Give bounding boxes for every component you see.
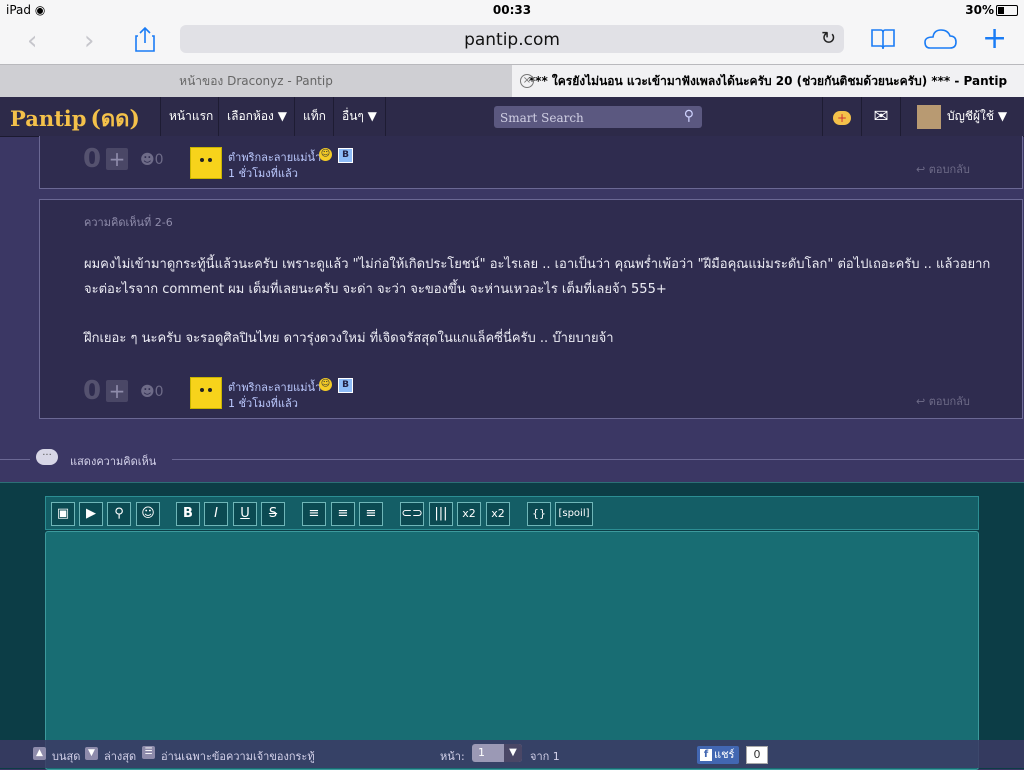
url-text: pantip.com <box>464 30 560 50</box>
scroll-top-icon[interactable]: ▲ <box>33 747 46 760</box>
bold-button[interactable]: B <box>176 502 200 526</box>
link-icon[interactable]: ⊂⊃ <box>400 502 424 526</box>
comment-textarea[interactable] <box>45 531 979 770</box>
avatar[interactable] <box>190 147 222 179</box>
emoji-icon[interactable]: ☺ <box>136 502 160 526</box>
tab-bar: หน้าของ Draconyz - Pantip × *** ใครยังไม… <box>0 64 1024 98</box>
subscript-button[interactable]: x2 <box>486 502 510 526</box>
nav-select-room[interactable]: เลือกห้อง ▼ <box>218 97 295 136</box>
icloud-tabs-icon[interactable] <box>922 28 958 54</box>
divider <box>172 459 1024 460</box>
nav-home[interactable]: หน้าแรก <box>160 97 221 136</box>
divider <box>0 459 30 460</box>
forward-icon[interactable]: › <box>84 28 94 54</box>
blog-badge-icon: B <box>338 148 353 163</box>
comment-line: ผมคงไม่เข้ามาดูกระทู้นี้แล้วนะครับ เพราะ… <box>84 257 991 272</box>
account-label: บัญชีผู้ใช้ ▼ <box>947 109 1008 123</box>
avatar[interactable] <box>190 377 222 409</box>
smart-search: ⚲ <box>494 106 702 128</box>
underline-button[interactable]: U <box>233 502 257 526</box>
scroll-bottom-link[interactable]: ล่างสุด <box>104 747 136 765</box>
emotion-count[interactable]: ☻0 <box>140 384 164 400</box>
comment-score: 0 <box>83 376 102 406</box>
superscript-button[interactable]: x2 <box>457 502 481 526</box>
clock: 00:33 <box>492 3 532 17</box>
camera-icon[interactable]: ▣ <box>51 502 75 526</box>
italic-button[interactable]: I <box>204 502 228 526</box>
site-header: Pantip (ดด) หน้าแรก เลือกห้อง ▼ แท็ก อื่น… <box>0 97 1024 137</box>
facebook-icon: f <box>700 749 712 761</box>
browser-toolbar: ‹ › pantip.com ↻ + <box>0 20 1024 64</box>
chevron-down-icon: ▼ <box>504 744 522 762</box>
battery-icon <box>996 5 1018 16</box>
page-value: 1 <box>478 746 485 759</box>
blog-badge-icon: B <box>338 378 353 393</box>
reply-button[interactable]: ↩ ตอบกลับ <box>916 392 970 410</box>
code-button[interactable]: {} <box>527 502 551 526</box>
map-pin-icon[interactable]: ⚲ <box>107 502 131 526</box>
bookmarks-icon[interactable] <box>870 28 896 54</box>
tab-title: หน้าของ Draconyz - Pantip <box>179 74 333 88</box>
search-icon[interactable]: ⚲ <box>684 108 694 124</box>
reply-button[interactable]: ↩ ตอบกลับ <box>916 160 970 178</box>
facebook-share-button[interactable]: f แชร์ <box>697 746 739 764</box>
page-select[interactable]: 1 ▼ <box>472 744 522 762</box>
hr-icon[interactable]: ||| <box>429 502 453 526</box>
owner-filter-icon[interactable]: ☰ <box>142 746 155 759</box>
scroll-bottom-icon[interactable]: ▼ <box>85 747 98 760</box>
comment-score: 0 <box>83 144 102 174</box>
section-title: แสดงความคิดเห็น <box>70 455 157 468</box>
comment-time: 1 ชั่วโมงที่แล้ว <box>228 167 298 180</box>
tab-draconyz[interactable]: หน้าของ Draconyz - Pantip <box>0 65 513 97</box>
nav-more[interactable]: อื่นๆ ▼ <box>333 97 386 136</box>
search-input[interactable] <box>498 108 677 128</box>
nav-tags[interactable]: แท็ก <box>294 97 334 136</box>
comment-body: ผมคงไม่เข้ามาดูกระทู้นี้แล้วนะครับ เพราะ… <box>84 252 1004 351</box>
align-center-icon[interactable]: ≡ <box>331 502 355 526</box>
status-bar: iPad ◉ 00:33 30% <box>0 0 1024 20</box>
back-icon[interactable]: ‹ <box>27 28 37 54</box>
comment-card: ความคิดเห็นที่ 2-6 ผมคงไม่เข้ามาดูกระทู้… <box>39 199 1023 419</box>
account-menu[interactable]: บัญชีผู้ใช้ ▼ <box>900 97 1024 136</box>
pantip-logo[interactable]: Pantip (ดด) <box>10 101 140 136</box>
vote-plus-button[interactable]: + <box>106 380 128 402</box>
owner-only-link[interactable]: อ่านเฉพาะข้อความเจ้าของกระทู้ <box>161 747 315 765</box>
strike-button[interactable]: S <box>261 502 285 526</box>
share-count: 0 <box>746 746 768 764</box>
page-total: จาก 1 <box>530 750 560 763</box>
tab-active-thread[interactable]: × *** ใครยังไม่นอน แวะเข้ามาฟังเพลงได้นะ… <box>512 65 1024 97</box>
reload-icon[interactable]: ↻ <box>821 28 836 49</box>
comment-time: 1 ชั่วโมงที่แล้ว <box>228 397 298 410</box>
scroll-top-link[interactable]: บนสุด <box>52 747 80 765</box>
align-left-icon[interactable]: ≡ <box>302 502 326 526</box>
comment-number: ความคิดเห็นที่ 2-6 <box>84 216 173 229</box>
comment-line: จะต่อะไรจาก comment ผม เต็มที่เลยนะครับ … <box>84 282 667 297</box>
comment-line: ฝึกเยอะ ๆ นะครับ จะรอดูศิลปินไทย ดาวรุ่ง… <box>84 331 614 346</box>
emotion-count[interactable]: ☻0 <box>140 152 164 168</box>
spoiler-button[interactable]: [spoil] <box>555 502 593 526</box>
share-icon[interactable] <box>134 26 156 56</box>
smile-badge-icon: ☺ <box>319 148 332 161</box>
mail-icon[interactable]: ✉ <box>861 97 900 136</box>
comment-card: 0 + ☻0 ตำพริกละลายแม่น้ำ ☺ B 1 ชั่วโมงที… <box>39 136 1023 189</box>
tab-title: *** ใครยังไม่นอน แวะเข้ามาฟังเพลงได้นะคร… <box>528 74 1008 88</box>
speech-bubble-icon: ··· <box>36 449 58 465</box>
page-label: หน้า: <box>440 750 465 763</box>
new-tab-icon[interactable]: + <box>982 24 1007 54</box>
smile-badge-icon: ☺ <box>319 378 332 391</box>
vote-plus-button[interactable]: + <box>106 148 128 170</box>
address-bar[interactable]: pantip.com ↻ <box>180 25 844 53</box>
align-right-icon[interactable]: ≡ <box>359 502 383 526</box>
share-label: แชร์ <box>714 748 735 761</box>
new-topic-icon[interactable]: + <box>822 97 861 136</box>
battery-percent: 30% <box>965 3 994 17</box>
bottom-bar: ▲ บนสุด ▼ ล่างสุด ☰ อ่านเฉพาะข้อความเจ้า… <box>0 740 1024 768</box>
editor-toolbar: ▣ ▶ ⚲ ☺ B I U S ≡ ≡ ≡ ⊂⊃ ||| x2 x2 {} [s… <box>45 496 979 530</box>
close-tab-icon[interactable]: × <box>520 74 534 88</box>
avatar <box>917 105 941 129</box>
youtube-icon[interactable]: ▶ <box>79 502 103 526</box>
